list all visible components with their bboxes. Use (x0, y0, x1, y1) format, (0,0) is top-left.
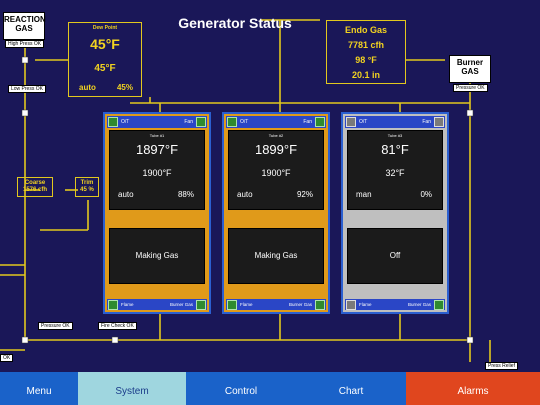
tube-1-ot-indicator (108, 117, 118, 127)
tube-3-mode: man (356, 190, 372, 199)
pressure-ok-tag: Pressure OK (38, 322, 73, 330)
dew-point-output: 45% (116, 83, 133, 92)
tube-1-footer: Flame Burner Gas (107, 299, 207, 310)
endo-gas-label: Endo Gas (344, 25, 387, 35)
tube-1-mode: auto (118, 190, 134, 199)
press-relief-tag: Press Relief (485, 362, 518, 370)
nav-control-button[interactable]: Control (186, 372, 296, 405)
endo-gas-temp: 98 °F (355, 55, 377, 65)
nav-system-button[interactable]: System (78, 372, 186, 405)
tube-1-temp: 1897°F (135, 142, 179, 157)
tube-2-ot-indicator (227, 117, 237, 127)
tube-3-status: Off (389, 251, 401, 260)
tube-3-temperature-panel: Tube #3 81°F 32°F man 0% (347, 130, 443, 210)
tube-1-header: O/T Fan (107, 116, 207, 128)
burner-pressure-ok-tag: Pressure OK (453, 84, 488, 92)
endo-gas-flow: 7781 cfh (347, 40, 385, 50)
tube-2-setpoint: 1900°F (261, 168, 291, 178)
dew-point-box[interactable]: Dew Point 45°F 45°F auto 45% (68, 22, 142, 97)
dew-point-setpoint: 45°F (94, 63, 116, 74)
tube-2-panel[interactable]: O/T Fan Tube #2 1899°F 1900°F auto 92% M… (222, 112, 330, 314)
tube-2-status: Making Gas (254, 251, 298, 260)
tube-3-status-panel: Off (347, 228, 443, 284)
tube-1-status-panel: Making Gas (109, 228, 205, 284)
tube-3-fan-indicator (434, 117, 444, 127)
low-press-ok-tag: Low Press OK (8, 85, 46, 93)
fire-check-ok-tag: Fire Check OK (98, 322, 137, 330)
tube-1-burner-indicator (196, 300, 206, 310)
tube-1-temperature-panel: Tube #1 1897°F 1900°F auto 88% (109, 130, 205, 210)
generator-status-screen: REACTION GAS High Press OK Low Press OK … (0, 0, 540, 405)
tube-1-panel[interactable]: O/T Fan Tube #1 1897°F 1900°F auto 88% M… (103, 112, 211, 314)
page-title: Generator Status (178, 15, 292, 31)
tube-3-burner-indicator (434, 300, 444, 310)
tube-3-footer: Flame Burner Gas (345, 299, 445, 310)
tube-2-header: O/T Fan (226, 116, 326, 128)
tube-3-setpoint: 32°F (385, 168, 405, 178)
tube-2-mode: auto (237, 190, 253, 199)
tube-3-flame-indicator (346, 300, 356, 310)
nav-menu-button[interactable]: Menu (0, 372, 78, 405)
tube-2-status-panel: Making Gas (228, 228, 324, 284)
tube-2-temperature-panel: Tube #2 1899°F 1900°F auto 92% (228, 130, 324, 210)
trim-box[interactable]: Trim 45 % (75, 177, 99, 197)
tube-2-flame-indicator (227, 300, 237, 310)
tube-1-setpoint: 1900°F (142, 168, 172, 178)
tube-2-burner-indicator (315, 300, 325, 310)
dew-point-mode: auto (79, 83, 96, 92)
nav-chart-button[interactable]: Chart (296, 372, 406, 405)
tube-3-output: 0% (420, 190, 432, 199)
high-press-ok-tag: High Press OK (5, 40, 45, 48)
tube-1-flame-indicator (108, 300, 118, 310)
dew-point-value: 45°F (90, 36, 120, 52)
tube-2-fan-indicator (315, 117, 325, 127)
tube-1-status: Making Gas (135, 251, 179, 260)
tube-2-footer: Flame Burner Gas (226, 299, 326, 310)
left-ok-tag: OK (0, 354, 14, 362)
tube-1-fan-indicator (196, 117, 206, 127)
coarse-box[interactable]: Coarse 1576 cfh (17, 177, 53, 197)
tube-2-output: 92% (296, 190, 313, 199)
reaction-gas-label: REACTION GAS (3, 12, 46, 40)
tube-2-temp: 1899°F (254, 142, 298, 157)
tube-1-output: 88% (177, 190, 194, 199)
tube-3-header: O/T Fan (345, 116, 445, 128)
endo-gas-box: Endo Gas 7781 cfh 98 °F 20.1 in (326, 20, 406, 84)
burner-gas-label: Burner GAS (449, 55, 491, 83)
nav-alarms-button[interactable]: Alarms (406, 372, 540, 405)
tube-3-ot-indicator (346, 117, 356, 127)
tube-3-panel[interactable]: O/T Fan Tube #3 81°F 32°F man 0% Off Fla… (341, 112, 449, 314)
dew-point-label: Dew Point (92, 25, 118, 31)
tube-3-temp: 81°F (381, 142, 409, 157)
endo-gas-pressure: 20.1 in (351, 70, 380, 80)
